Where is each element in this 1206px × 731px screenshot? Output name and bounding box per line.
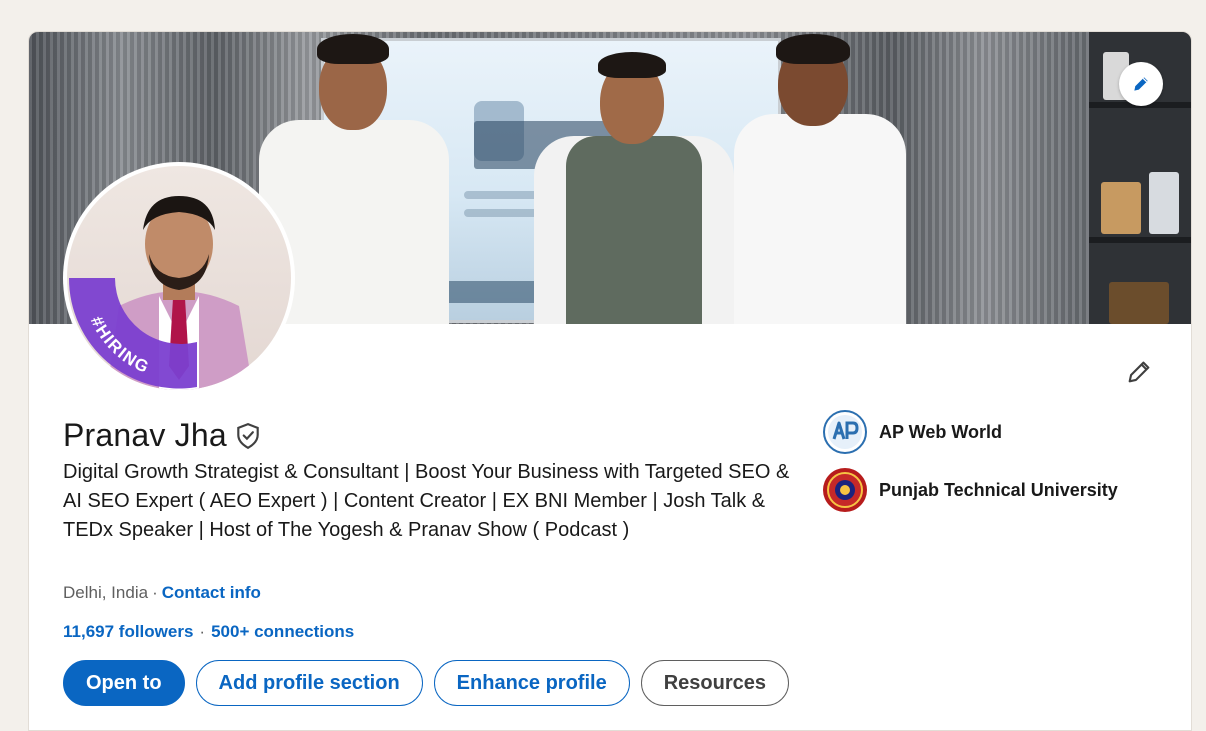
org-item-punjab-technical-university[interactable]: Punjab Technical University bbox=[823, 468, 1118, 512]
hiring-frame: #HIRING bbox=[68, 278, 198, 389]
pencil-icon bbox=[1134, 77, 1148, 91]
location-row: Delhi, India · Contact info bbox=[63, 583, 261, 602]
contact-info-link[interactable]: Contact info bbox=[162, 583, 261, 602]
profile-name: Pranav Jha bbox=[63, 417, 227, 453]
profile-card: #HIRING Pranav Jha Digital Growth Strate… bbox=[28, 31, 1192, 731]
profile-photo[interactable]: #HIRING bbox=[63, 162, 295, 394]
profile-actions: Open to Add profile section Enhance prof… bbox=[63, 660, 789, 706]
enhance-profile-button[interactable]: Enhance profile bbox=[433, 660, 630, 706]
cover-person-center bbox=[534, 32, 734, 324]
ap-web-world-logo bbox=[823, 410, 867, 454]
network-stats: 11,697 followers · 500+ connections bbox=[63, 622, 355, 641]
org-item-ap-web-world[interactable]: AP Web World bbox=[823, 410, 1118, 454]
cover-person-right bbox=[734, 32, 914, 324]
followers-link[interactable]: 11,697 followers bbox=[63, 622, 193, 641]
open-to-button[interactable]: Open to bbox=[63, 660, 185, 706]
pencil-icon bbox=[1128, 361, 1150, 383]
profile-headline: Digital Growth Strategist & Consultant |… bbox=[63, 461, 790, 541]
verified-shield-icon[interactable] bbox=[235, 422, 261, 450]
edit-intro-button[interactable] bbox=[1119, 352, 1159, 392]
org-name: AP Web World bbox=[879, 421, 1003, 442]
edit-cover-button[interactable] bbox=[1119, 62, 1163, 106]
profile-location: Delhi, India bbox=[63, 583, 149, 602]
name-row: Pranav Jha bbox=[63, 417, 261, 454]
organizations-list: AP Web World Punjab Technical University bbox=[823, 410, 1118, 526]
add-profile-section-button[interactable]: Add profile section bbox=[195, 660, 423, 706]
ptu-seal-logo bbox=[823, 468, 867, 512]
connections-link[interactable]: 500+ connections bbox=[211, 622, 354, 641]
resources-button[interactable]: Resources bbox=[640, 660, 789, 706]
org-name: Punjab Technical University bbox=[879, 479, 1118, 500]
